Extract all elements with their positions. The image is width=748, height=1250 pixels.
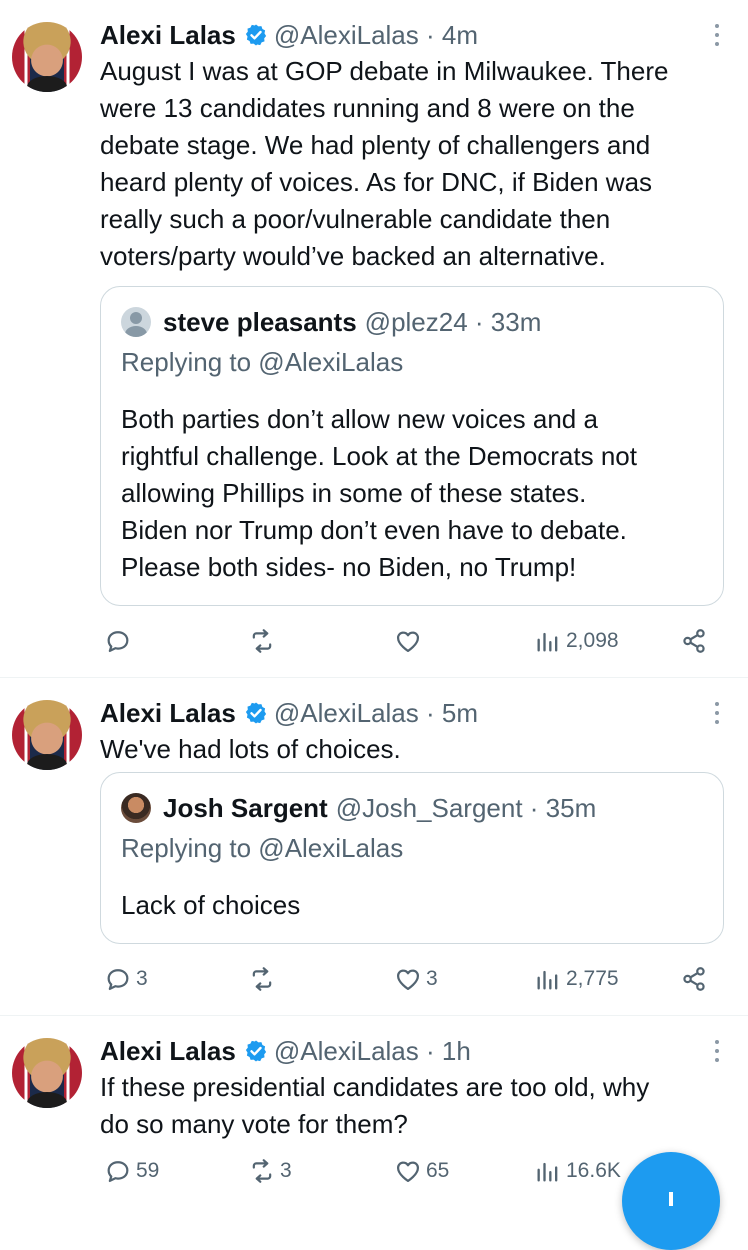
reply-count: 59 [136, 1159, 160, 1182]
author-handle[interactable]: @AlexiLalas [274, 1036, 419, 1067]
verified-badge-icon [244, 23, 268, 47]
quote-author-handle: @plez24 [364, 306, 468, 337]
author-name[interactable]: Alexi Lalas [100, 698, 236, 729]
quote-author-name: steve pleasants [163, 306, 357, 337]
more-vertical-icon[interactable] [714, 1040, 720, 1062]
quoted-tweet[interactable]: steve pleasants @plez24 · 33m Replying t… [100, 286, 724, 606]
quote-header: Josh Sargent @Josh_Sargent · 35m [121, 791, 596, 825]
share-icon [680, 627, 708, 655]
share-button[interactable] [680, 962, 708, 996]
tweet-time[interactable]: 4m [442, 20, 478, 51]
reply-icon [104, 627, 132, 655]
tweet-1[interactable]: Alexi Lalas @AlexiLalas · 4m August I wa… [0, 0, 748, 678]
views-chart-icon [534, 965, 562, 993]
retweet-count: 3 [280, 1159, 292, 1182]
share-icon [680, 965, 708, 993]
views-button[interactable]: 2,775 [534, 962, 619, 996]
reply-button[interactable]: 3 [104, 962, 148, 996]
view-count: 2,098 [566, 629, 619, 652]
retweet-icon [248, 627, 276, 655]
verified-badge-icon [244, 1039, 268, 1063]
retweet-button[interactable]: 3 [248, 1154, 292, 1188]
quote-avatar [121, 307, 151, 337]
tweet-text: We've had lots of choices. [100, 734, 401, 764]
replying-to: Replying to @AlexiLalas [121, 347, 404, 377]
author-handle[interactable]: @AlexiLalas [274, 20, 419, 51]
like-button[interactable]: 65 [394, 1154, 449, 1188]
like-button[interactable]: 3 [394, 962, 438, 996]
author-avatar[interactable] [12, 1038, 82, 1108]
tweet-actions: 3 3 2,775 [104, 962, 714, 996]
reply-icon [104, 1157, 132, 1185]
author-name[interactable]: Alexi Lalas [100, 20, 236, 51]
tweet-time[interactable]: 5m [442, 698, 478, 729]
reply-button[interactable]: 59 [104, 1154, 159, 1188]
separator: · [418, 697, 442, 728]
quote-time: 33m [490, 306, 542, 337]
quote-avatar [121, 793, 151, 823]
tweet-header: Alexi Lalas @AlexiLalas · 4m [100, 18, 708, 52]
like-count: 3 [426, 967, 438, 990]
author-name[interactable]: Alexi Lalas [100, 1036, 236, 1067]
retweet-button[interactable] [248, 962, 280, 996]
heart-icon [394, 627, 422, 655]
quote-text: Both parties don’t allow new voices and … [121, 404, 637, 582]
reply-button[interactable] [104, 624, 136, 658]
tweet-text: If these presidential candidates are too… [100, 1072, 650, 1139]
author-avatar[interactable] [12, 22, 82, 92]
heart-icon [394, 965, 422, 993]
tweet-actions: 59 3 65 16.6K [104, 1154, 714, 1188]
author-avatar[interactable] [12, 700, 82, 770]
reply-count: 3 [136, 967, 148, 990]
more-vertical-icon[interactable] [714, 702, 720, 724]
views-button[interactable]: 16.6K [534, 1154, 621, 1188]
quote-author-name: Josh Sargent [163, 792, 328, 823]
share-button[interactable] [680, 624, 708, 658]
more-vertical-icon[interactable] [714, 24, 720, 46]
tweet-actions: 2,098 [104, 624, 714, 658]
tweet-2[interactable]: Alexi Lalas @AlexiLalas · 5m We've had l… [0, 678, 748, 1016]
quote-time: 35m [545, 792, 597, 823]
views-chart-icon [534, 1157, 562, 1185]
reply-icon [104, 965, 132, 993]
heart-icon [394, 1157, 422, 1185]
tweet-header: Alexi Lalas @AlexiLalas · 1h [100, 1034, 708, 1068]
verified-badge-icon [244, 701, 268, 725]
like-count: 65 [426, 1159, 450, 1182]
tweet-header: Alexi Lalas @AlexiLalas · 5m [100, 696, 708, 730]
replying-to: Replying to @AlexiLalas [121, 833, 404, 863]
quote-author-handle: @Josh_Sargent [335, 792, 523, 823]
like-button[interactable] [394, 624, 426, 658]
retweet-icon [248, 965, 276, 993]
author-handle[interactable]: @AlexiLalas [274, 698, 419, 729]
views-button[interactable]: 2,098 [534, 624, 619, 658]
view-count: 2,775 [566, 967, 619, 990]
view-count: 16.6K [566, 1159, 621, 1182]
compose-plus-icon[interactable] [622, 1152, 720, 1250]
separator: · [522, 792, 546, 823]
tweet-time[interactable]: 1h [442, 1036, 471, 1067]
retweet-button[interactable] [248, 624, 280, 658]
tweet-text: August I was at GOP debate in Milwaukee.… [100, 56, 669, 271]
quote-header: steve pleasants @plez24 · 33m [121, 305, 541, 339]
separator: · [418, 1035, 442, 1066]
separator: · [418, 19, 442, 50]
views-chart-icon [534, 627, 562, 655]
quoted-tweet[interactable]: Josh Sargent @Josh_Sargent · 35m Replyin… [100, 772, 724, 944]
separator: · [467, 306, 491, 337]
quote-text: Lack of choices [121, 890, 301, 920]
retweet-icon [248, 1157, 276, 1185]
